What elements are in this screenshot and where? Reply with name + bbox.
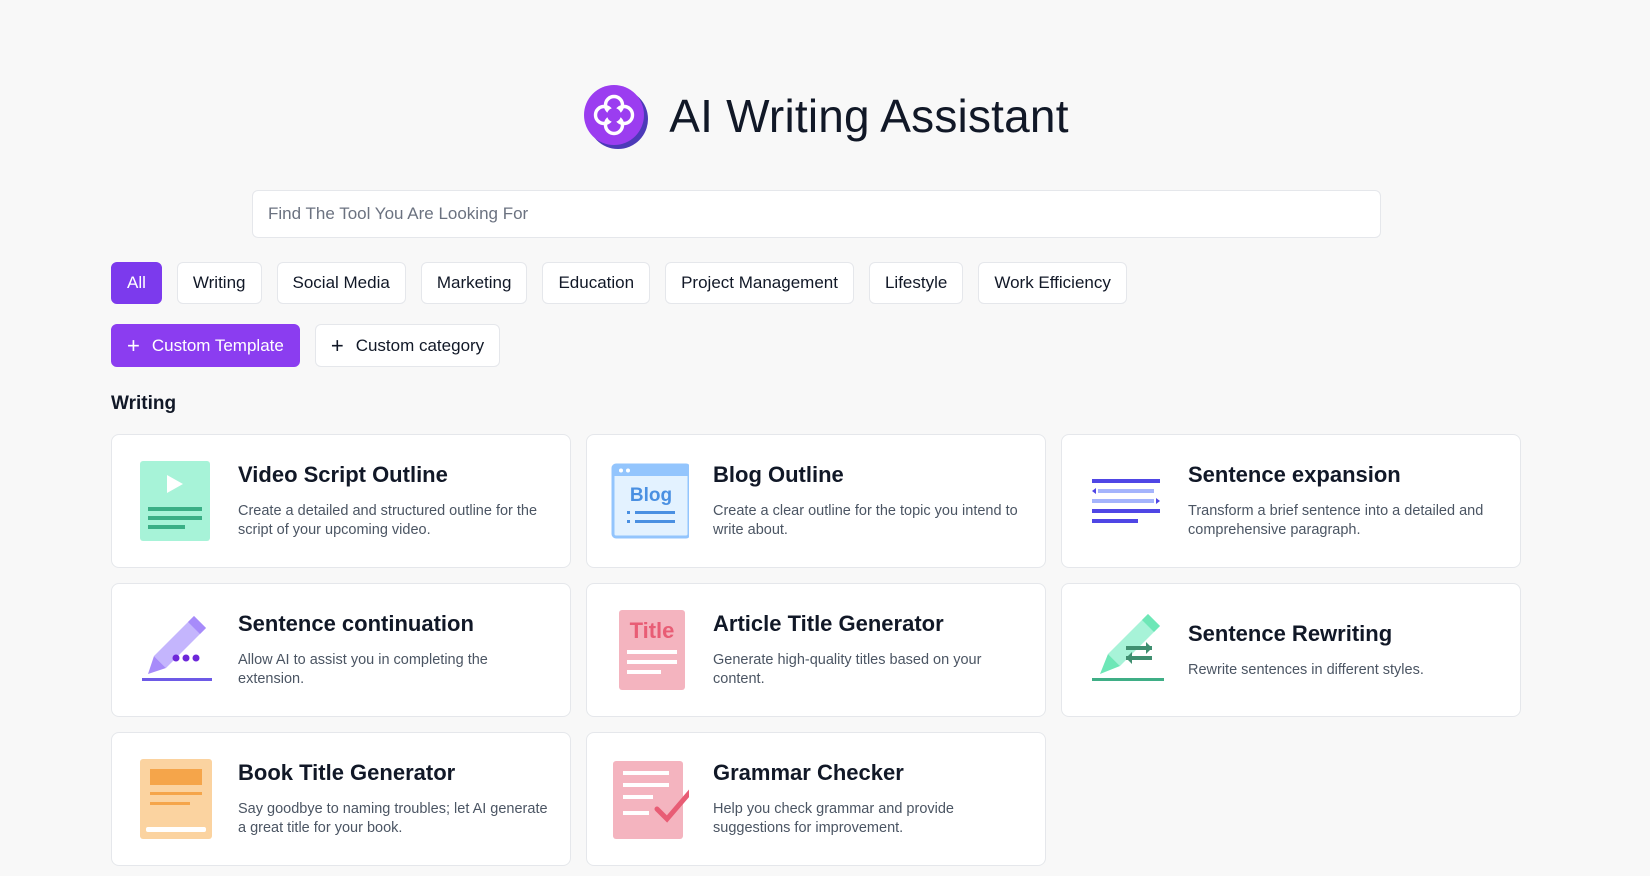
tab-project-management[interactable]: Project Management [665, 262, 854, 304]
tab-work-efficiency[interactable]: Work Efficiency [978, 262, 1127, 304]
tool-card-sentence-expansion[interactable]: Sentence expansion Transform a brief sen… [1061, 434, 1521, 568]
plus-icon: + [127, 332, 140, 358]
custom-template-label: Custom Template [151, 335, 284, 355]
book-title-icon [136, 757, 214, 841]
tab-lifestyle[interactable]: Lifestyle [868, 262, 964, 304]
tool-card-video-script-outline[interactable]: Video Script Outline Create a detailed a… [111, 434, 571, 568]
tab-social-media[interactable]: Social Media [276, 262, 406, 304]
header: AI Writing Assistant [0, 82, 1650, 150]
card-description: Help you check grammar and provide sugge… [713, 801, 954, 836]
tool-card-grammar-checker[interactable]: Grammar Checker Help you check grammar a… [586, 732, 1046, 866]
tool-card-sentence-rewriting[interactable]: Sentence Rewriting Rewrite sentences in … [1061, 583, 1521, 717]
article-icon-text: Title [630, 618, 675, 643]
custom-template-button[interactable]: + Custom Template [111, 324, 300, 367]
card-title: Video Script Outline [238, 462, 448, 487]
custom-category-label: Custom category [355, 335, 485, 355]
section-title: Writing [111, 393, 177, 414]
search-input[interactable] [252, 190, 1381, 238]
card-description: Allow AI to assist you in completing the… [238, 652, 488, 687]
card-title: Blog Outline [713, 462, 844, 487]
card-title: Sentence Rewriting [1188, 620, 1393, 646]
category-tabs: All Writing Social Media Marketing Educa… [111, 262, 1127, 304]
card-title: Book Title Generator [238, 760, 456, 785]
pen-rewrite-icon [1086, 608, 1164, 692]
card-description: Say goodbye to naming troubles; let AI g… [238, 801, 548, 836]
tool-card-blog-outline[interactable]: Blog Blog Outline Create a clear outline… [586, 434, 1046, 568]
plus-icon: + [330, 332, 344, 358]
grammar-check-icon [611, 757, 689, 841]
action-buttons: + Custom Template + Custom category [111, 324, 501, 367]
card-title: Sentence continuation [238, 611, 474, 636]
flower-logo-icon [581, 82, 649, 150]
card-description: Rewrite sentences in different styles. [1188, 661, 1424, 678]
expand-lines-icon [1086, 459, 1164, 543]
card-title: Sentence expansion [1188, 462, 1401, 487]
card-title: Article Title Generator [713, 611, 944, 636]
blog-icon: Blog [611, 459, 689, 543]
blog-icon-text: Blog [630, 485, 672, 506]
card-description: Transform a brief sentence into a detail… [1188, 503, 1484, 538]
video-script-icon [136, 459, 214, 543]
card-description: Generate high-quality titles based on yo… [713, 652, 982, 687]
tool-grid: Video Script Outline Create a detailed a… [111, 434, 1521, 866]
pen-continue-icon [136, 608, 214, 692]
tab-marketing[interactable]: Marketing [420, 262, 528, 304]
tab-all[interactable]: All [111, 262, 162, 304]
card-description: Create a clear outline for the topic you… [713, 503, 1018, 538]
card-title: Grammar Checker [713, 760, 904, 785]
tool-card-article-title-generator[interactable]: Title Article Title Generator Generate h… [586, 583, 1046, 717]
tool-card-sentence-continuation[interactable]: Sentence continuation Allow AI to assist… [111, 583, 571, 717]
tool-card-book-title-generator[interactable]: Book Title Generator Say goodbye to nami… [111, 732, 571, 866]
tab-writing[interactable]: Writing [176, 262, 262, 304]
card-description: Create a detailed and structured outline… [238, 503, 538, 538]
article-title-icon: Title [611, 608, 689, 692]
tab-education[interactable]: Education [542, 262, 651, 304]
page: AI Writing Assistant All Writing Social … [0, 0, 1650, 876]
app-title: AI Writing Assistant [669, 90, 1069, 142]
custom-category-button[interactable]: + Custom category [314, 324, 501, 367]
